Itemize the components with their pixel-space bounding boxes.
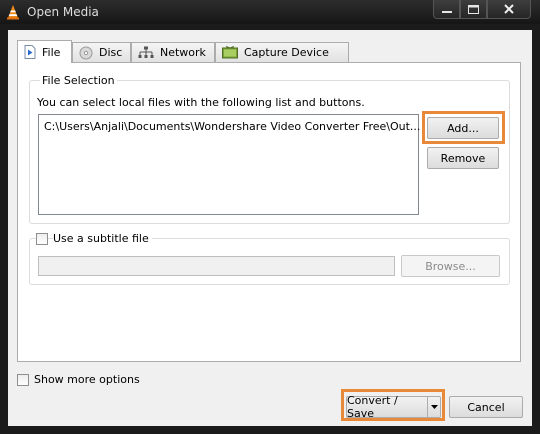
capture-device-icon [222, 46, 238, 59]
remove-button[interactable]: Remove [427, 147, 499, 169]
open-media-window: Open Media File Disc Network Capture Dev… [0, 0, 540, 434]
tab-file[interactable]: File [17, 40, 72, 63]
tab-capture-device-label: Capture Device [244, 46, 329, 59]
maximize-icon [468, 4, 479, 14]
minimize-icon [441, 11, 452, 13]
cancel-button[interactable]: Cancel [449, 396, 523, 418]
window-title: Open Media [27, 5, 99, 19]
vlc-cone-icon [7, 5, 19, 20]
browse-button[interactable]: Browse... [401, 255, 500, 277]
minimize-button[interactable] [433, 0, 460, 19]
tab-network-label: Network [160, 46, 206, 59]
maximize-button[interactable] [460, 0, 487, 19]
disc-icon [79, 46, 93, 59]
show-more-options-checkbox[interactable] [17, 374, 29, 386]
tab-file-label: File [42, 45, 61, 59]
file-list-item[interactable]: C:\Users\Anjali\Documents\Wondershare Vi… [44, 120, 420, 133]
dialog-body: File Disc Network Capture Device File Se… [8, 30, 532, 426]
file-tab-panel: File Selection You can select local file… [17, 62, 521, 362]
subtitle-checkbox-label: Use a subtitle file [53, 232, 152, 245]
file-icon [24, 45, 36, 59]
convert-save-highlight [341, 389, 445, 421]
close-button[interactable] [487, 0, 531, 19]
network-icon [138, 46, 154, 58]
show-more-options-label: Show more options [34, 373, 140, 386]
file-selection-title: File Selection [40, 74, 117, 87]
tab-disc[interactable]: Disc [72, 42, 131, 62]
add-button-highlight [422, 111, 505, 144]
subtitle-checkbox[interactable] [36, 233, 48, 245]
subtitle-path-field[interactable] [38, 256, 395, 276]
tab-disc-label: Disc [99, 46, 123, 59]
file-list[interactable]: C:\Users\Anjali\Documents\Wondershare Vi… [38, 114, 420, 215]
file-selection-description: You can select local files with the foll… [37, 96, 365, 109]
title-bar[interactable]: Open Media [0, 0, 540, 24]
tab-capture-device[interactable]: Capture Device [215, 42, 349, 62]
close-icon [504, 4, 514, 14]
tab-network[interactable]: Network [131, 42, 215, 62]
